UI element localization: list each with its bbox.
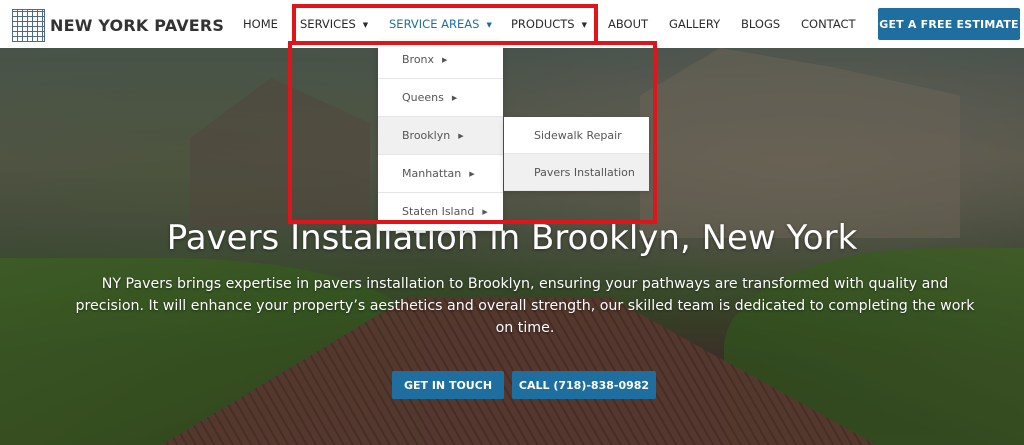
nav-gallery[interactable]: GALLERY: [669, 17, 720, 31]
menu-item-bronx[interactable]: Bronx ▶: [378, 41, 503, 79]
caret-right-icon: ▶: [442, 55, 448, 64]
caret-right-icon: ▶: [458, 131, 464, 140]
caret-down-icon: ▼: [486, 21, 492, 29]
service-areas-dropdown: Bronx ▶ Queens ▶ Brooklyn ▶ Manhattan ▶ Stat…: [378, 41, 503, 231]
submenu-item-pavers-installation[interactable]: Pavers Installation: [504, 154, 649, 191]
brand-name: NEW YORK PAVERS: [50, 16, 225, 35]
hero-title: Pavers Installation in Brooklyn, New Yor…: [166, 218, 858, 258]
caret-down-icon: ▼: [362, 21, 369, 29]
menu-item-staten-island[interactable]: Staten Island ▶: [378, 193, 503, 231]
menu-item-brooklyn[interactable]: Brooklyn ▶: [378, 117, 503, 155]
call-button[interactable]: CALL (718)-838-0982: [512, 371, 656, 399]
caret-right-icon: ▶: [469, 169, 475, 178]
caret-right-icon: ▶: [451, 93, 458, 102]
nav-home[interactable]: HOME: [243, 17, 278, 31]
free-estimate-button[interactable]: GET A FREE ESTIMATE: [878, 8, 1020, 40]
brooklyn-submenu: Sidewalk Repair Pavers Installation: [504, 117, 649, 191]
nav-blogs[interactable]: BLOGS: [741, 17, 780, 31]
nav-contact[interactable]: CONTACT: [801, 17, 856, 31]
menu-item-manhattan[interactable]: Manhattan ▶: [378, 155, 503, 193]
caret-down-icon: ▼: [581, 21, 587, 29]
nav-services[interactable]: SERVICES ▼: [300, 17, 368, 31]
nav-service-areas[interactable]: SERVICE AREAS ▼: [389, 17, 492, 31]
nav-about[interactable]: ABOUT: [608, 17, 648, 31]
submenu-item-sidewalk-repair[interactable]: Sidewalk Repair: [504, 117, 649, 154]
site-header: NEW YORK PAVERS HOME SERVICES ▼ SERVICE A…: [0, 0, 1024, 48]
menu-item-queens[interactable]: Queens ▶: [378, 79, 503, 117]
maze-logo-icon: [12, 9, 45, 42]
get-in-touch-button[interactable]: GET IN TOUCH: [392, 371, 504, 399]
nav-products[interactable]: PRODUCTS ▼: [511, 17, 587, 31]
hero-description: NY Pavers brings expertise in pavers ins…: [75, 276, 975, 336]
hero-section: Pavers Installation in Brooklyn, New Yor…: [0, 48, 1024, 445]
brand-logo[interactable]: NEW YORK PAVERS: [12, 9, 224, 42]
caret-right-icon: ▶: [482, 207, 488, 216]
